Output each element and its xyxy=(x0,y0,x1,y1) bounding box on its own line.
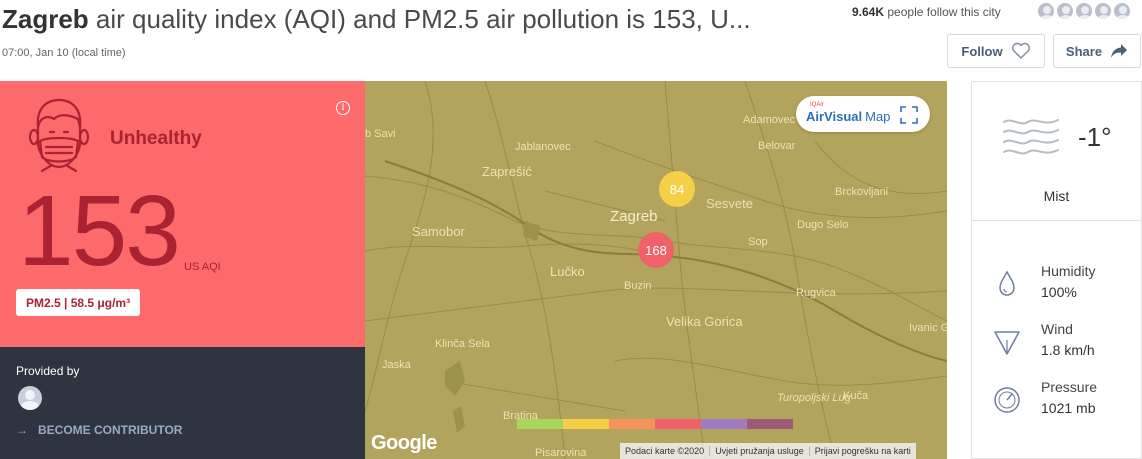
map-data-credit: Podaci karte ©2020 xyxy=(625,446,705,456)
place-label: Sop xyxy=(748,236,768,248)
follow-label: Follow xyxy=(961,43,1003,59)
place-label: Velika Gorica xyxy=(666,314,743,329)
page-title: Zagreb air quality index (AQI) and PM2.5… xyxy=(2,4,822,35)
followers-info: 9.64K people follow this city xyxy=(852,5,1001,19)
avatar xyxy=(1093,1,1113,21)
wind-item: Wind 1.8 km/h xyxy=(972,321,1141,371)
place-label: Zaprešić xyxy=(482,164,532,179)
legend-sensitive xyxy=(609,419,655,429)
temperature: -1° xyxy=(1078,122,1112,152)
follow-button[interactable]: Follow xyxy=(947,34,1045,68)
humidity-value: 100% xyxy=(1041,284,1077,300)
aqi-legend xyxy=(517,419,793,429)
aqi-card: Unhealthy i 153 US AQI PM2.5 | 58.5 μg/m… xyxy=(0,81,365,347)
become-contributor-link[interactable]: → BECOME CONTRIBUTOR xyxy=(16,423,182,437)
followers-count: 9.64K xyxy=(852,5,885,19)
arrow-right-icon: → xyxy=(16,423,28,437)
aqi-value: 153 xyxy=(18,175,181,287)
map-view[interactable]: b Savi Jablanovec Adamovec Belovar Zapre… xyxy=(365,81,947,459)
legend-hazardous xyxy=(747,419,793,429)
place-label: Zagreb xyxy=(610,208,658,225)
place-label: Sesvete xyxy=(706,196,753,211)
weather-panel: -1° Mist Humidity 100% Wind 1.8 km/h Pre… xyxy=(971,81,1142,459)
place-label: Brckovljani xyxy=(835,186,889,198)
legend-unhealthy xyxy=(655,419,701,429)
place-label: b Savi xyxy=(365,128,396,140)
place-label: Jablanovec xyxy=(515,141,571,153)
expand-icon[interactable] xyxy=(900,106,918,124)
brand-small: IQAir xyxy=(810,102,824,108)
aqi-unit: US AQI xyxy=(184,261,221,273)
droplet-icon xyxy=(999,270,1015,296)
local-time: 07:00, Jan 10 (local time) xyxy=(2,47,126,59)
share-arrow-icon xyxy=(1111,44,1128,58)
avatar xyxy=(1055,1,1075,21)
place-label: Turopoljski Lug xyxy=(777,392,851,404)
terms-link[interactable]: Uvjeti pružanja usluge xyxy=(709,446,809,456)
mist-icon xyxy=(1003,119,1059,155)
place-label: Kuča xyxy=(843,390,869,402)
aqi-marker[interactable]: 84 xyxy=(659,171,695,207)
place-label: Ivanic G xyxy=(909,322,947,334)
pressure-item: Pressure 1021 mb xyxy=(972,379,1141,429)
face-mask-icon xyxy=(28,98,90,173)
pressure-value: 1021 mb xyxy=(1041,400,1096,416)
avatar xyxy=(1036,1,1056,21)
avatar xyxy=(1074,1,1094,21)
weather-condition: Mist xyxy=(1043,188,1070,204)
brand-map: Map xyxy=(865,108,891,124)
place-label: Samobor xyxy=(412,224,465,239)
title-text: air quality index (AQI) and PM2.5 air po… xyxy=(88,4,751,34)
report-error-link[interactable]: Prijavi pogrešku na karti xyxy=(808,446,916,456)
followers-text: people follow this city xyxy=(887,5,1001,19)
follower-avatars xyxy=(1036,1,1132,21)
provider-avatar[interactable] xyxy=(18,386,42,410)
place-label: Rugvica xyxy=(796,287,836,299)
wind-value: 1.8 km/h xyxy=(1041,342,1095,358)
humidity-label: Humidity xyxy=(1041,263,1096,279)
gauge-icon xyxy=(994,387,1020,413)
pollutant-badge: PM2.5 | 58.5 μg/m³ xyxy=(16,289,141,316)
map-roads xyxy=(365,81,947,459)
airvisual-map-badge[interactable]: IQAir AirVisual Map xyxy=(796,96,930,132)
place-label: Pisarovina xyxy=(535,447,587,459)
wind-label: Wind xyxy=(1041,321,1073,337)
share-label: Share xyxy=(1065,43,1103,59)
city-name: Zagreb xyxy=(2,4,89,34)
weather-summary: -1° Mist xyxy=(972,82,1141,221)
brand-name: AirVisual xyxy=(806,108,863,124)
legend-good xyxy=(517,419,563,429)
contributor-label: BECOME CONTRIBUTOR xyxy=(38,423,183,437)
place-label: Jaska xyxy=(382,359,411,371)
wind-direction-icon xyxy=(994,331,1020,355)
google-logo: Google xyxy=(371,432,437,454)
aqi-city-page: Zagreb air quality index (AQI) and PM2.5… xyxy=(0,0,1142,459)
provider-panel: Provided by → BECOME CONTRIBUTOR xyxy=(0,347,365,459)
share-button[interactable]: Share xyxy=(1053,34,1141,68)
place-label: Lučko xyxy=(550,264,585,279)
place-label: Dugo Selo xyxy=(797,219,849,231)
aqi-status: Unhealthy xyxy=(110,128,202,149)
place-label: Belovar xyxy=(758,140,796,152)
map-attribution: Podaci karte ©2020 Uvjeti pružanja uslug… xyxy=(620,443,916,459)
place-label: Klinča Sela xyxy=(435,338,491,350)
provided-by-label: Provided by xyxy=(16,364,80,378)
heart-icon xyxy=(1011,42,1030,59)
pressure-label: Pressure xyxy=(1041,379,1098,395)
legend-moderate xyxy=(563,419,609,429)
legend-very-unhealthy xyxy=(701,419,747,429)
avatar xyxy=(1112,1,1132,21)
aqi-marker[interactable]: 168 xyxy=(638,232,674,268)
humidity-item: Humidity 100% xyxy=(972,263,1141,313)
place-label: Adamovec xyxy=(743,114,795,126)
place-label: Buzin xyxy=(624,280,652,292)
info-icon[interactable]: i xyxy=(336,101,350,115)
